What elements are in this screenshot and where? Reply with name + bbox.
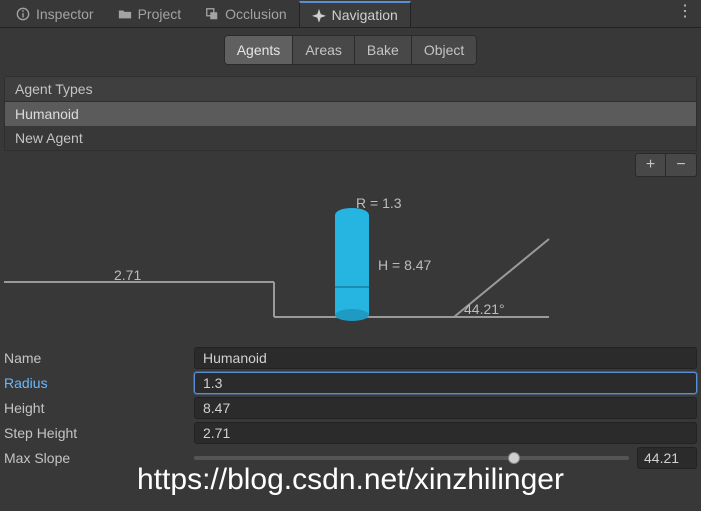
window-tab-bar: Inspector Project Occlusion Navigation ⋮ bbox=[0, 0, 701, 28]
subtab-object[interactable]: Object bbox=[412, 36, 476, 64]
height-field[interactable] bbox=[194, 397, 697, 419]
agent-types-list: Humanoid New Agent bbox=[4, 102, 697, 151]
subtab-bake[interactable]: Bake bbox=[355, 36, 412, 64]
remove-agent-type-button[interactable]: − bbox=[666, 154, 696, 176]
navigation-icon bbox=[312, 8, 326, 22]
subtab-areas[interactable]: Areas bbox=[293, 36, 355, 64]
max-slope-slider[interactable] bbox=[194, 456, 629, 460]
diagram-r-label: R = 1.3 bbox=[356, 195, 402, 211]
name-field[interactable] bbox=[194, 347, 697, 369]
nav-subtabs: Agents Areas Bake Object bbox=[224, 35, 478, 65]
folder-icon bbox=[118, 7, 132, 21]
kebab-menu-icon[interactable]: ⋮ bbox=[677, 4, 693, 20]
radius-field[interactable] bbox=[194, 372, 697, 394]
agent-diagram: R = 1.3 H = 8.47 2.71 44.21° bbox=[4, 187, 697, 327]
tab-navigation[interactable]: Navigation bbox=[299, 1, 411, 27]
agent-types-controls: + − bbox=[4, 153, 697, 177]
radius-label: Radius bbox=[4, 375, 194, 391]
tab-label: Project bbox=[138, 6, 182, 22]
agent-type-item[interactable]: New Agent bbox=[5, 126, 696, 150]
agent-type-item[interactable]: Humanoid bbox=[5, 102, 696, 126]
name-label: Name bbox=[4, 350, 194, 366]
add-agent-type-button[interactable]: + bbox=[636, 154, 666, 176]
info-icon bbox=[16, 7, 30, 21]
max-slope-label: Max Slope bbox=[4, 450, 194, 466]
occlusion-icon bbox=[205, 7, 219, 21]
nav-subtabs-row: Agents Areas Bake Object bbox=[0, 28, 701, 72]
height-label: Height bbox=[4, 400, 194, 416]
max-slope-readout[interactable] bbox=[637, 447, 697, 469]
diagram-step-label: 2.71 bbox=[114, 267, 141, 283]
tab-occlusion[interactable]: Occlusion bbox=[193, 1, 298, 27]
tab-label: Occlusion bbox=[225, 6, 286, 22]
step-height-field[interactable] bbox=[194, 422, 697, 444]
agent-types-header: Agent Types bbox=[4, 76, 697, 102]
agent-properties: Name Radius Height Step Height Max Slope bbox=[4, 345, 697, 470]
tab-project[interactable]: Project bbox=[106, 1, 194, 27]
tab-label: Inspector bbox=[36, 6, 94, 22]
diagram-slope-label: 44.21° bbox=[464, 301, 505, 317]
diagram-h-label: H = 8.47 bbox=[378, 257, 431, 273]
subtab-agents[interactable]: Agents bbox=[225, 36, 294, 64]
tab-label: Navigation bbox=[332, 7, 398, 23]
step-height-label: Step Height bbox=[4, 425, 194, 441]
tab-inspector[interactable]: Inspector bbox=[4, 1, 106, 27]
slider-knob[interactable] bbox=[508, 452, 520, 464]
